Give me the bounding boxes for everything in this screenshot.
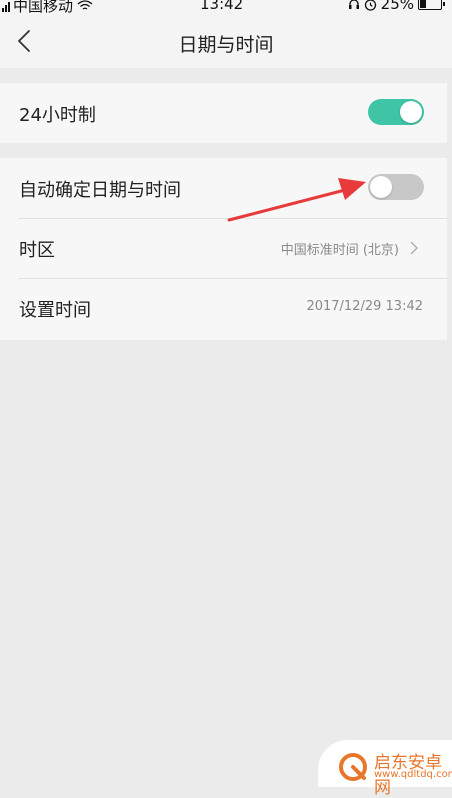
watermark-url: www.qdltdq.com [374, 769, 452, 780]
status-time: 13:42 [200, 0, 244, 13]
headphone-icon [348, 0, 359, 9]
toggle-knob [370, 176, 392, 198]
toggle-24-hour[interactable] [368, 99, 424, 125]
battery-percent: 25% [380, 0, 414, 13]
toggle-auto-datetime[interactable] [368, 174, 424, 200]
settings-group-datetime: 自动确定日期与时间 时区 中国标准时间 (北京) 设置时间 2017/12/29… [0, 158, 447, 340]
watermark-logo-icon [339, 753, 367, 781]
setting-value-timezone: 中国标准时间 (北京) [280, 243, 399, 258]
alarm-icon [364, 0, 376, 11]
setting-label-auto-datetime: 自动确定日期与时间 [19, 180, 181, 201]
chevron-right-icon [410, 241, 418, 255]
status-right: 25% [348, 0, 445, 13]
page-title: 日期与时间 [178, 34, 274, 56]
setting-row-24-hour[interactable]: 24小时制 [0, 83, 447, 143]
setting-row-set-time[interactable]: 设置时间 2017/12/29 13:42 [0, 278, 447, 338]
toggle-knob [400, 101, 422, 123]
setting-label-timezone: 时区 [19, 240, 55, 261]
nav-bar: 日期与时间 [0, 14, 452, 68]
signal-icon [2, 0, 10, 12]
battery-icon [418, 0, 445, 10]
setting-row-auto-datetime[interactable]: 自动确定日期与时间 [0, 158, 447, 218]
status-bar: 中国移动 13:42 25% [0, 0, 452, 15]
watermark: 启东安卓网 www.qdltdq.com [318, 740, 452, 798]
setting-value-set-time: 2017/12/29 13:42 [306, 299, 423, 314]
settings-group-format: 24小时制 [0, 83, 447, 143]
wifi-icon [77, 0, 93, 10]
setting-row-timezone[interactable]: 时区 中国标准时间 (北京) [0, 218, 447, 278]
battery-fill [420, 0, 426, 8]
setting-label-set-time: 设置时间 [19, 300, 91, 321]
setting-label-24-hour: 24小时制 [19, 105, 96, 126]
